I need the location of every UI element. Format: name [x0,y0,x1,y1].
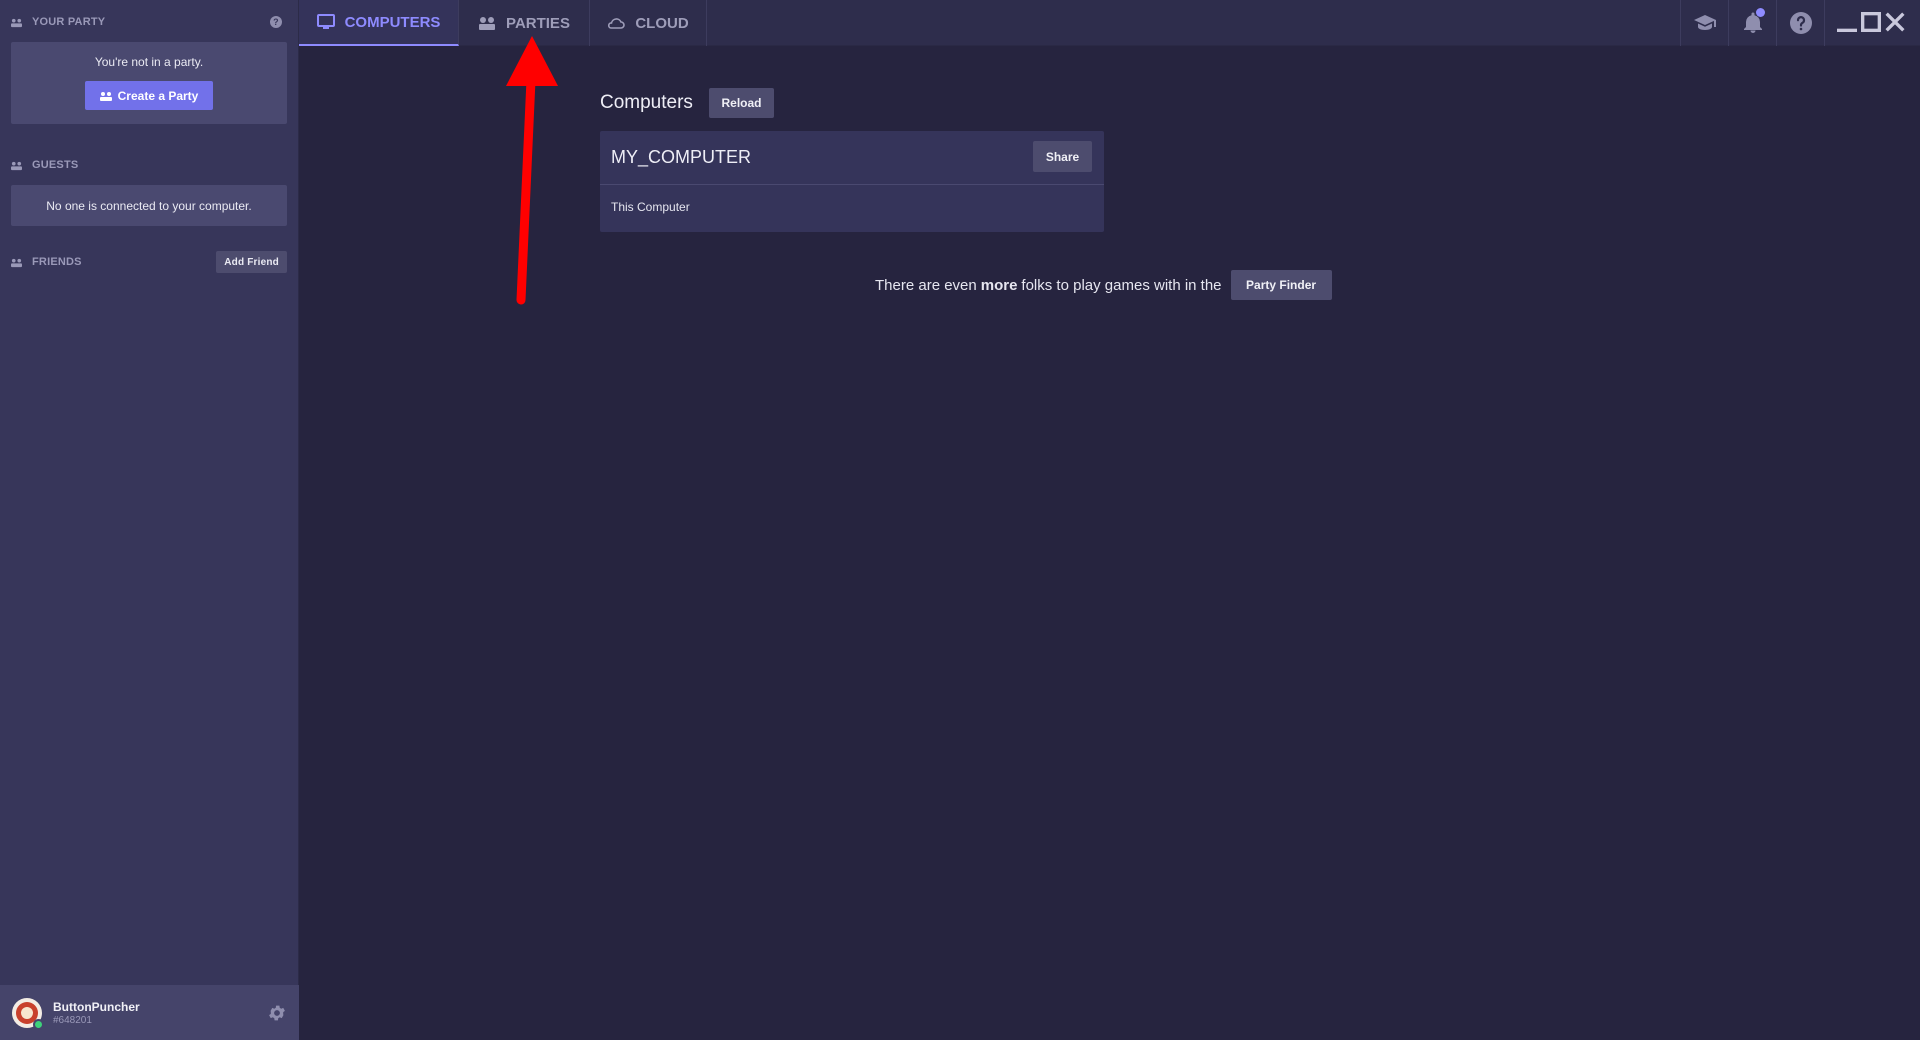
minimize-icon[interactable] [1837,12,1857,32]
computer-name: MY_COMPUTER [611,147,752,167]
your-party-title: YOUR PARTY [32,16,106,28]
tutorial-button[interactable] [1680,0,1728,46]
cloud-icon [608,18,626,29]
guests-header: GUESTS [11,154,287,176]
party-finder-prompt: There are even more folks to play games … [875,270,1332,300]
guests-title: GUESTS [32,159,79,171]
party-status-message: You're not in a party. [94,55,204,69]
help-button[interactable] [1776,0,1824,46]
party-help-icon[interactable]: ? [270,16,282,28]
page-title: Computers [600,92,693,113]
party-icon [11,18,22,27]
friends-title: FRIENDS [32,256,82,268]
finder-text-before: There are even [875,276,977,294]
finder-text-bold: more [980,276,1018,294]
username: ButtonPuncher [53,999,140,1014]
party-panel: You're not in a party. Create a Party [11,42,287,124]
online-status-indicator [33,1018,44,1030]
sidebar: YOUR PARTY ? You're not in a party. Crea… [0,0,299,1040]
reload-button[interactable]: Reload [709,88,774,118]
parties-icon [479,17,496,30]
share-button[interactable]: Share [1033,141,1092,172]
notifications-button[interactable] [1728,0,1776,46]
friends-icon [11,258,22,267]
monitor-icon [316,14,335,29]
close-icon[interactable] [1885,12,1905,32]
tab-computers[interactable]: COMPUTERS [299,0,459,46]
create-party-button[interactable]: Create a Party [85,81,213,110]
computer-subtitle: This Computer [611,200,690,214]
tab-parties-label: PARTIES [506,14,570,32]
computer-card: MY_COMPUTER Share This Computer [600,131,1104,232]
friends-header: FRIENDS Add Friend [11,251,287,273]
maximize-icon[interactable] [1861,12,1881,32]
create-party-label: Create a Party [117,88,199,103]
avatar[interactable] [12,997,44,1030]
party-finder-button[interactable]: Party Finder [1230,270,1332,300]
tab-computers-label: COMPUTERS [344,13,441,31]
annotation-arrow-icon [506,36,558,305]
guests-message: No one is connected to your computer. [46,198,252,213]
tab-cloud[interactable]: CLOUD [590,0,707,46]
add-friend-button[interactable]: Add Friend [216,251,287,273]
window-controls [1824,0,1920,46]
guests-panel: No one is connected to your computer. [11,185,287,226]
graduation-cap-icon [1693,15,1716,30]
party-icon [99,91,112,101]
help-circle-icon [1789,12,1812,34]
finder-text-after: folks to play games with in the [1021,276,1222,294]
your-party-header: YOUR PARTY ? [11,11,287,33]
user-bar: ButtonPuncher #648201 [0,985,299,1040]
guests-icon [11,161,22,170]
gear-icon[interactable] [267,1003,287,1023]
user-tag: #648201 [53,1014,92,1026]
tab-cloud-label: CLOUD [635,14,689,32]
notification-badge [1756,8,1765,17]
